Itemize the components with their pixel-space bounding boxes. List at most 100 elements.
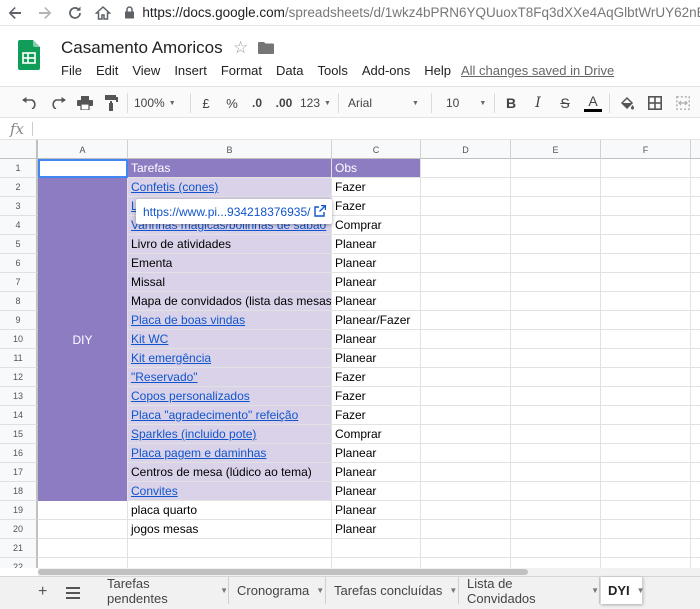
obs-header-cell[interactable]: Obs bbox=[332, 159, 421, 178]
menu-view[interactable]: View bbox=[132, 63, 160, 78]
row-header-7[interactable]: 7 bbox=[0, 273, 38, 292]
empty-cell[interactable] bbox=[691, 463, 700, 482]
empty-cell[interactable] bbox=[601, 235, 691, 254]
obs-cell[interactable]: Planear bbox=[332, 235, 421, 254]
empty-cell[interactable] bbox=[421, 349, 511, 368]
task-cell[interactable]: jogos mesas bbox=[128, 520, 332, 539]
empty-cell[interactable] bbox=[511, 558, 601, 568]
task-cell[interactable]: Sparkles (incluido pote) bbox=[128, 425, 332, 444]
empty-cell[interactable] bbox=[421, 235, 511, 254]
empty-cell[interactable] bbox=[511, 406, 601, 425]
task-cell[interactable]: "Reservado" bbox=[128, 368, 332, 387]
empty-cell[interactable] bbox=[691, 387, 700, 406]
empty-cell[interactable] bbox=[511, 520, 601, 539]
forward-arrow-icon[interactable] bbox=[34, 1, 56, 25]
menu-data[interactable]: Data bbox=[276, 63, 303, 78]
row-header-16[interactable]: 16 bbox=[0, 444, 38, 463]
menu-tools[interactable]: Tools bbox=[317, 63, 347, 78]
column-header-e[interactable]: E bbox=[511, 140, 601, 159]
undo-icon[interactable] bbox=[18, 91, 42, 115]
menu-file[interactable]: File bbox=[61, 63, 82, 78]
obs-cell[interactable]: Planear bbox=[332, 444, 421, 463]
home-icon[interactable] bbox=[92, 1, 114, 25]
borders-icon[interactable] bbox=[644, 91, 666, 115]
empty-cell[interactable] bbox=[421, 216, 511, 235]
obs-cell[interactable]: Planear bbox=[332, 501, 421, 520]
sheet-tab[interactable]: DYI ▼ bbox=[601, 577, 645, 604]
empty-cell[interactable] bbox=[601, 216, 691, 235]
row-header-10[interactable]: 10 bbox=[0, 330, 38, 349]
menu-addons[interactable]: Add-ons bbox=[362, 63, 410, 78]
task-cell[interactable]: Ementa bbox=[128, 254, 332, 273]
row-header-8[interactable]: 8 bbox=[0, 292, 38, 311]
empty-cell[interactable] bbox=[601, 444, 691, 463]
row-header-21[interactable]: 21 bbox=[0, 539, 38, 558]
empty-cell[interactable] bbox=[691, 425, 700, 444]
reload-icon[interactable] bbox=[64, 1, 86, 25]
empty-cell[interactable] bbox=[38, 501, 128, 520]
empty-cell[interactable] bbox=[511, 539, 601, 558]
menu-format[interactable]: Format bbox=[221, 63, 262, 78]
scrollbar-thumb[interactable] bbox=[38, 569, 528, 575]
empty-cell[interactable] bbox=[511, 178, 601, 197]
empty-cell[interactable] bbox=[691, 197, 700, 216]
row-header-2[interactable]: 2 bbox=[0, 178, 38, 197]
empty-cell[interactable] bbox=[511, 349, 601, 368]
merge-cells-icon[interactable] bbox=[672, 91, 694, 115]
empty-cell[interactable] bbox=[511, 292, 601, 311]
empty-cell[interactable] bbox=[421, 463, 511, 482]
empty-cell[interactable] bbox=[332, 558, 421, 568]
obs-cell[interactable]: Fazer bbox=[332, 197, 421, 216]
row-header-14[interactable]: 14 bbox=[0, 406, 38, 425]
obs-cell[interactable]: Planear bbox=[332, 520, 421, 539]
empty-cell[interactable] bbox=[421, 482, 511, 501]
empty-cell[interactable] bbox=[601, 330, 691, 349]
empty-cell[interactable] bbox=[691, 216, 700, 235]
task-cell[interactable]: Placa "agradecimento" refeição bbox=[128, 406, 332, 425]
row-header-22[interactable]: 22 bbox=[0, 558, 38, 568]
empty-cell[interactable] bbox=[38, 159, 128, 178]
empty-cell[interactable] bbox=[421, 273, 511, 292]
all-sheets-list-icon[interactable] bbox=[66, 586, 80, 599]
sheet-tab[interactable]: Tarefas pendentes ▼ bbox=[100, 576, 229, 606]
obs-cell[interactable]: Fazer bbox=[332, 387, 421, 406]
task-cell[interactable]: Centros de mesa (lúdico ao tema) bbox=[128, 463, 332, 482]
row-header-18[interactable]: 18 bbox=[0, 482, 38, 501]
empty-cell[interactable] bbox=[421, 330, 511, 349]
empty-cell[interactable] bbox=[601, 368, 691, 387]
empty-cell[interactable] bbox=[601, 482, 691, 501]
row-header-19[interactable]: 19 bbox=[0, 501, 38, 520]
sheet-tab[interactable]: Tarefas concluídas ▼ bbox=[327, 577, 459, 604]
obs-cell[interactable]: Planear bbox=[332, 463, 421, 482]
formula-input[interactable] bbox=[40, 121, 690, 137]
empty-cell[interactable] bbox=[691, 273, 700, 292]
empty-cell[interactable] bbox=[421, 406, 511, 425]
empty-cell[interactable] bbox=[601, 425, 691, 444]
empty-cell[interactable] bbox=[511, 273, 601, 292]
empty-cell[interactable] bbox=[511, 254, 601, 273]
chevron-down-icon[interactable]: ▼ bbox=[316, 586, 324, 595]
row-header-5[interactable]: 5 bbox=[0, 235, 38, 254]
empty-cell[interactable] bbox=[691, 330, 700, 349]
empty-cell[interactable] bbox=[691, 254, 700, 273]
empty-cell[interactable] bbox=[511, 463, 601, 482]
sheet-tab[interactable]: Cronograma ▼ bbox=[230, 577, 326, 604]
empty-cell[interactable] bbox=[128, 558, 332, 568]
empty-cell[interactable] bbox=[601, 273, 691, 292]
empty-cell[interactable] bbox=[691, 159, 700, 178]
empty-cell[interactable] bbox=[421, 197, 511, 216]
column-header-f[interactable]: F bbox=[601, 140, 691, 159]
row-header-13[interactable]: 13 bbox=[0, 387, 38, 406]
empty-cell[interactable] bbox=[601, 501, 691, 520]
decrease-decimal-button[interactable]: .0 bbox=[247, 91, 267, 115]
document-title[interactable]: Casamento Amoricos bbox=[61, 38, 223, 58]
empty-cell[interactable] bbox=[601, 463, 691, 482]
empty-cell[interactable] bbox=[421, 558, 511, 568]
sheet-tab[interactable]: Lista de Convidados ▼ bbox=[460, 576, 600, 606]
empty-cell[interactable] bbox=[601, 558, 691, 568]
empty-cell[interactable] bbox=[601, 197, 691, 216]
empty-cell[interactable] bbox=[691, 558, 700, 568]
task-cell[interactable]: placa quarto bbox=[128, 501, 332, 520]
chevron-down-icon[interactable]: ▼ bbox=[220, 586, 228, 595]
obs-cell[interactable]: Planear bbox=[332, 349, 421, 368]
